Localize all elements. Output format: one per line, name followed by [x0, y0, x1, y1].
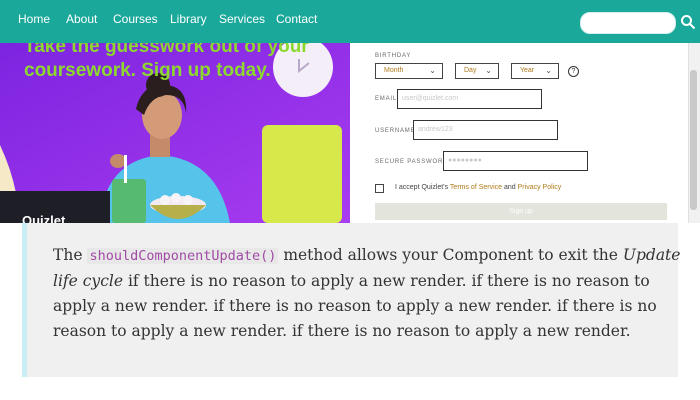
- nav-link-about[interactable]: About: [66, 12, 97, 26]
- quote-block: The shouldComponentUpdate() method allow…: [22, 223, 680, 377]
- chevron-down-icon: ⌄: [429, 66, 436, 75]
- quote-text: The shouldComponentUpdate() method allow…: [53, 243, 693, 344]
- quote-rest: if there is no reason to apply a new ren…: [53, 272, 657, 340]
- nav-link-services[interactable]: Services: [219, 12, 265, 26]
- password-field[interactable]: ●●●●●●●●: [443, 151, 588, 171]
- nav-link-courses[interactable]: Courses: [113, 12, 158, 26]
- help-icon[interactable]: ?: [568, 66, 579, 77]
- search-input[interactable]: [580, 12, 676, 34]
- quote-code: shouldComponentUpdate(): [87, 248, 279, 264]
- username-field[interactable]: andrew123: [413, 120, 558, 140]
- nav-link-library[interactable]: Library: [170, 12, 207, 26]
- birthday-label: BIRTHDAY: [375, 53, 412, 59]
- day-select-value: Day: [464, 67, 477, 74]
- quote-mid: method allows your Component to exit the: [283, 246, 618, 264]
- terms-of-service-link[interactable]: Terms of Service: [450, 184, 502, 191]
- scrollbar-thumb[interactable]: [690, 70, 697, 210]
- year-select[interactable]: Year ⌄: [511, 63, 559, 79]
- month-select-value: Month: [384, 67, 404, 74]
- year-select-value: Year: [520, 67, 535, 74]
- chevron-down-icon: ⌄: [485, 66, 492, 75]
- password-label: SECURE PASSWORD: [375, 159, 449, 165]
- day-select[interactable]: Day ⌄: [455, 63, 499, 79]
- search-icon[interactable]: [680, 14, 696, 30]
- quizlet-logo: Quizlet: [22, 213, 66, 223]
- terms-prefix: I accept Quizlet's: [395, 184, 449, 191]
- month-select[interactable]: Month ⌄: [375, 63, 443, 79]
- hero-banner: Take the guesswork out of your coursewor…: [0, 43, 350, 223]
- chevron-down-icon: ⌄: [545, 66, 552, 75]
- signup-button[interactable]: Sign up: [375, 203, 667, 220]
- username-label: USERNAME: [375, 128, 416, 134]
- nav-link-contact[interactable]: Contact: [276, 12, 317, 26]
- terms-text: I accept Quizlet's Terms of Service and …: [395, 184, 561, 191]
- hero-tagline: Take the guesswork out of your coursewor…: [24, 43, 309, 81]
- privacy-policy-link[interactable]: Privacy Policy: [518, 184, 562, 191]
- email-label: EMAIL: [375, 96, 398, 102]
- accept-terms-checkbox[interactable]: [375, 184, 384, 193]
- nav-link-home[interactable]: Home: [18, 12, 50, 26]
- email-field[interactable]: user@quizlet.com: [397, 89, 542, 109]
- terms-and: and: [504, 184, 516, 191]
- quote-lead: The: [53, 246, 83, 264]
